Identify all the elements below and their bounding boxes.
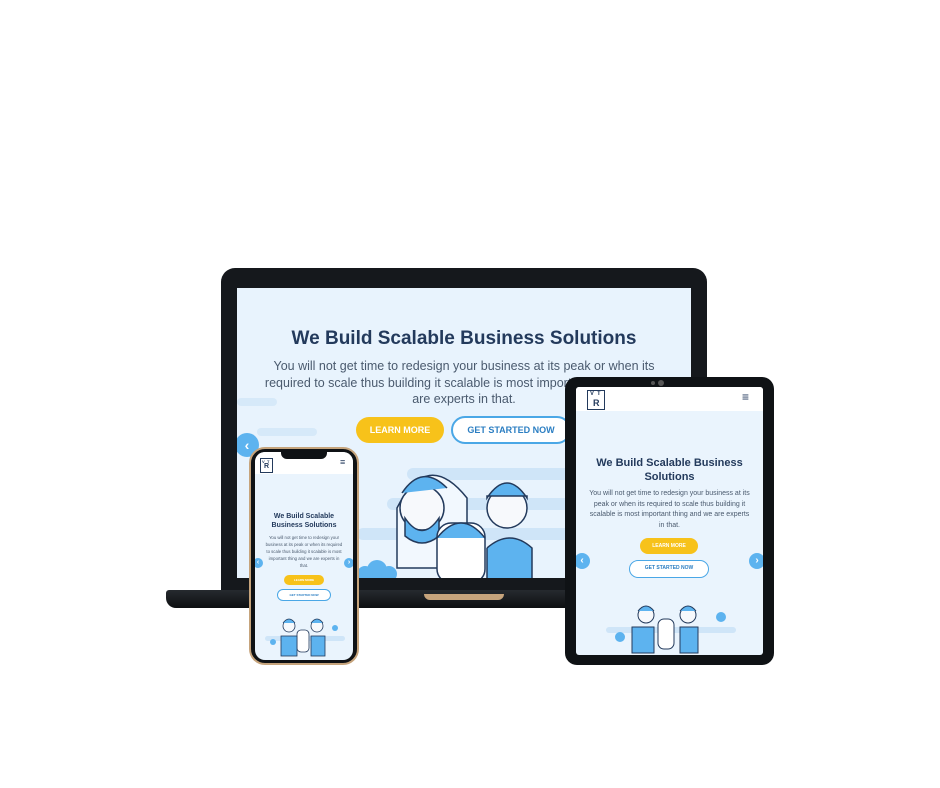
chevron-left-icon[interactable]: ‹: [576, 553, 590, 569]
tablet-team-illustration: [606, 605, 736, 654]
hamburger-menu-icon[interactable]: ≡: [340, 457, 345, 467]
tablet-camera-icon: [651, 381, 655, 385]
tablet-hero-title: We Build Scalable Business Solutions: [596, 457, 743, 483]
phone-team-illustration: [265, 618, 345, 657]
tablet-learn-more-button[interactable]: LEARN MORE: [640, 538, 698, 554]
chevron-right-icon[interactable]: ›: [344, 558, 353, 568]
tablet-hero-description: You will not get time to redesign your b…: [589, 490, 750, 529]
chevron-right-icon[interactable]: ›: [749, 553, 763, 569]
laptop-notch: [424, 594, 504, 600]
phone-screen: V T R ≡ We Build Scalable Business Solut…: [255, 452, 353, 660]
hero-title: We Build Scalable Business Solutions: [291, 328, 637, 349]
tablet-screen: V T R ≡ We Build Scalable Business Solut…: [576, 387, 763, 655]
logo[interactable]: V T R: [260, 458, 273, 473]
phone-learn-more-button[interactable]: LEARN MORE: [284, 575, 324, 585]
phone-hero-title: We Build Scalable Business Solutions: [271, 513, 337, 529]
hamburger-menu-icon[interactable]: ≡: [742, 390, 749, 404]
logo[interactable]: V T R: [587, 390, 605, 410]
phone-get-started-button[interactable]: GET STARTED NOW: [277, 589, 331, 601]
phone-notch: [281, 452, 327, 459]
tablet-camera-icon: [658, 380, 664, 386]
tablet-get-started-button[interactable]: GET STARTED NOW: [629, 560, 709, 578]
phone-hero-description: You will not get time to redesign your b…: [265, 535, 343, 568]
